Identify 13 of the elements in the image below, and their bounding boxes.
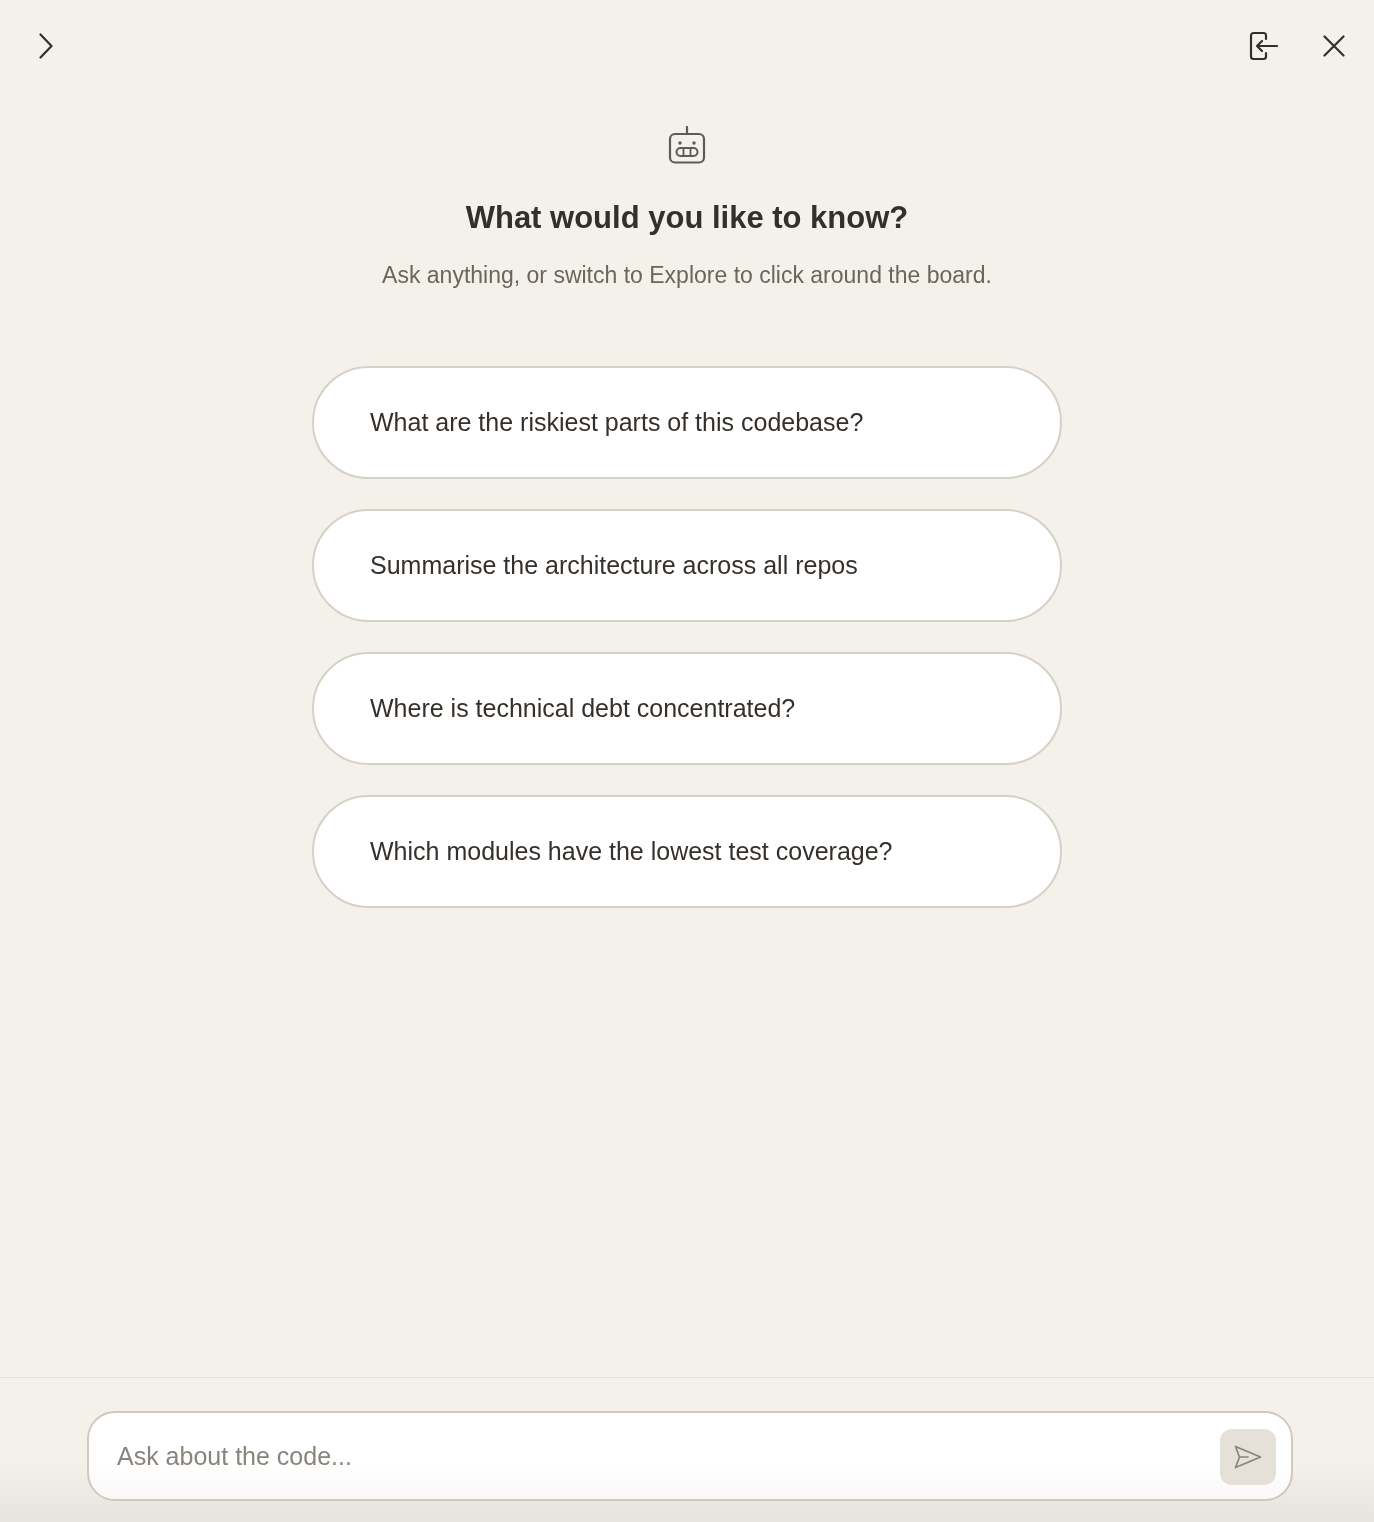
robot-icon — [668, 126, 706, 164]
send-icon — [1234, 1445, 1262, 1469]
suggestion-button[interactable]: Summarise the architecture across all repos — [312, 509, 1062, 622]
chevron-right-icon — [39, 33, 53, 59]
empty-state-subtitle: Ask anything, or switch to Explore to click around the board. — [382, 261, 992, 290]
suggestion-button[interactable]: What are the riskiest parts of this codebase? — [312, 366, 1062, 479]
chat-input-field[interactable]: Ask about the code... — [87, 1411, 1293, 1501]
suggestion-button[interactable]: Where is technical debt concentrated? — [312, 652, 1062, 765]
empty-state-title: What would you like to know? — [465, 199, 909, 237]
send-button[interactable] — [1220, 1429, 1276, 1485]
close-icon — [1323, 35, 1345, 57]
door-arrow-icon — [1249, 31, 1279, 61]
suggestion-button[interactable]: Which modules have the lowest test coverage? — [312, 795, 1062, 908]
